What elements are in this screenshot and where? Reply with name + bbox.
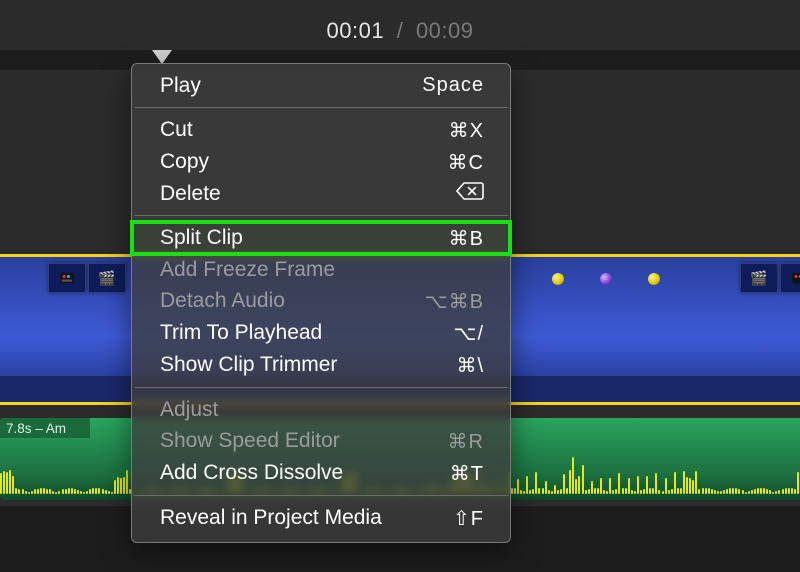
keyframe-dot-icon[interactable] [552,273,564,285]
menu-separator [134,387,508,388]
menu-item-shortcut: ⌘C [448,150,484,175]
menu-item-shortcut: ⌘T [450,461,484,486]
menu-item-add-cross-dissolve[interactable]: Add Cross Dissolve ⌘T [132,457,510,489]
menu-item-label: Add Freeze Frame [160,258,335,282]
menu-item-label: Trim To Playhead [160,321,322,345]
clip-thumbnail[interactable] [48,263,86,293]
menu-item-shortcut: ⌥⌘B [425,289,484,314]
menu-item-label: Adjust [160,398,218,422]
menu-item-shortcut: ⌥/ [453,321,484,346]
menu-item-label: Copy [160,150,209,174]
menu-separator [134,215,508,216]
menu-item-cut[interactable]: Cut ⌘X [132,114,510,146]
menu-item-shortcut: ⇧F [453,506,484,531]
menu-item-trim-to-playhead[interactable]: Trim To Playhead ⌥/ [132,317,510,349]
menu-item-shortcut: ⌘B [449,226,484,251]
menu-separator [134,495,508,496]
audio-clip-label: 7.8s – Am [0,418,90,438]
menu-item-label: Split Clip [160,226,243,250]
time-total: 00:09 [416,18,474,43]
menu-item-delete[interactable]: Delete [132,178,510,209]
menu-item-shortcut: ⌘X [449,118,484,143]
menu-item-label: Show Clip Trimmer [160,353,337,377]
clip-thumbnail[interactable]: 🎬 [88,263,126,293]
menu-item-reveal-in-project-media[interactable]: Reveal in Project Media ⇧F [132,502,510,534]
time-current: 00:01 [327,18,385,43]
keyframe-dot-icon[interactable] [600,273,612,285]
menu-item-shortcut: Space [422,74,484,97]
clip-thumbnail[interactable]: 🎬 [740,263,778,293]
menu-item-label: Cut [160,118,193,142]
menu-separator [134,107,508,108]
menu-item-label: Show Speed Editor [160,429,340,453]
clip-thumbnail[interactable] [780,263,800,293]
context-menu[interactable]: Play Space Cut ⌘X Copy ⌘C Delete Split Clip ⌘B Ad… [131,63,511,543]
menu-item-shortcut: ⌘R [448,429,484,454]
backspace-icon [456,182,484,200]
keyframe-dot-icon[interactable] [648,273,660,285]
time-counter: 00:01 / 00:09 [0,18,800,44]
menu-item-show-speed-editor: Show Speed Editor ⌘R [132,425,510,457]
menu-item-label: Detach Audio [160,289,285,313]
menu-item-label: Reveal in Project Media [160,506,382,530]
menu-item-split-clip[interactable]: Split Clip ⌘B [132,222,510,254]
menu-item-shortcut: ⌘\ [456,353,484,378]
menu-item-show-clip-trimmer[interactable]: Show Clip Trimmer ⌘\ [132,349,510,381]
time-separator: / [397,18,404,43]
menu-item-label: Play [160,74,201,98]
menu-item-detach-audio: Detach Audio ⌥⌘B [132,285,510,317]
menu-item-copy[interactable]: Copy ⌘C [132,146,510,178]
menu-item-shortcut [456,182,484,206]
menu-item-play[interactable]: Play Space [132,70,510,101]
menu-item-adjust: Adjust [132,394,510,425]
menu-item-label: Delete [160,182,221,206]
menu-item-label: Add Cross Dissolve [160,461,343,485]
playhead-marker-icon[interactable] [152,50,172,64]
menu-item-add-freeze-frame: Add Freeze Frame [132,254,510,285]
